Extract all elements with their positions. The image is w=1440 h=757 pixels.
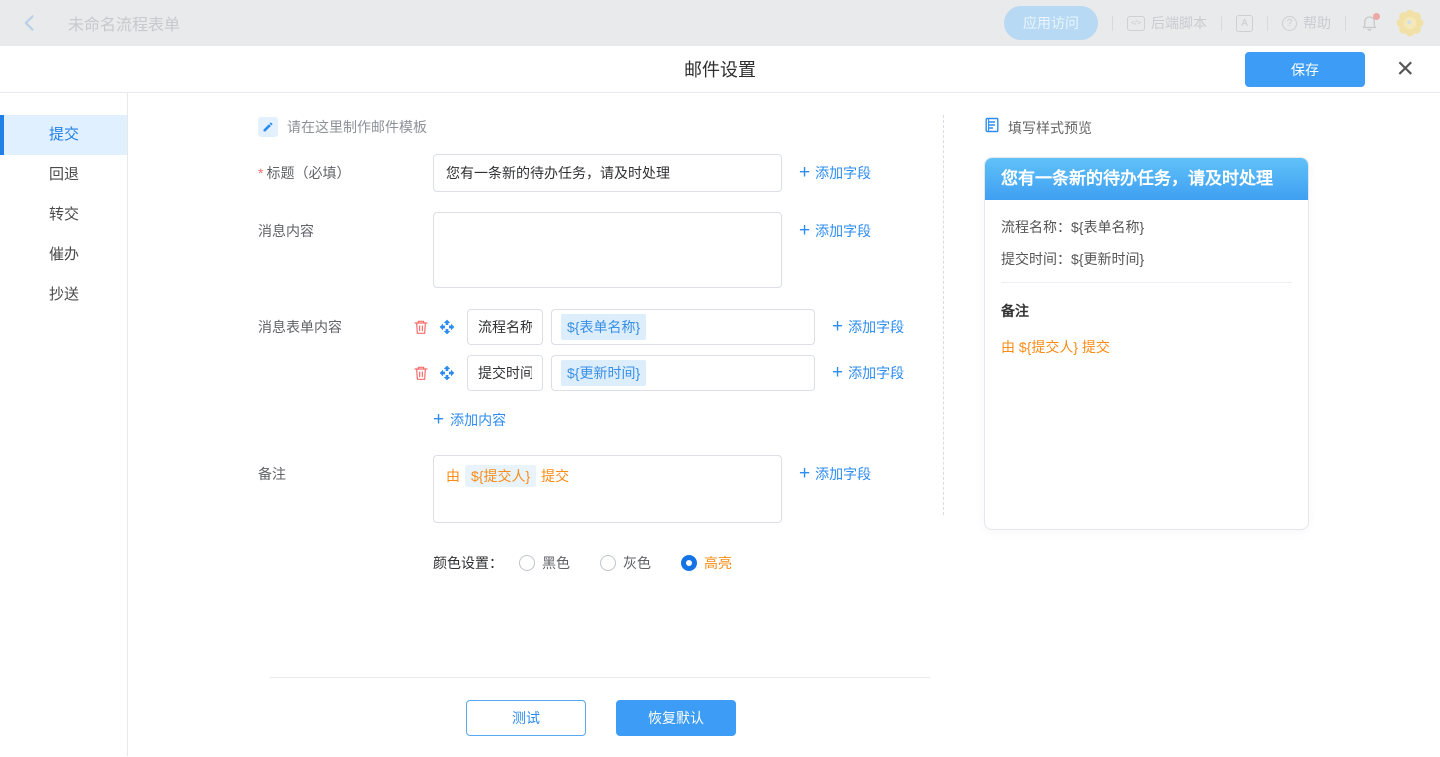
field-key-input[interactable] [467,355,543,391]
edit-pencil-icon[interactable] [258,117,278,137]
mail-preview-card: 您有一条新的待办任务，请及时处理 流程名称：${表单名称} 提交时间：${更新时… [984,157,1309,530]
add-content-link[interactable]: +添加内容 [433,409,943,431]
notification-dot [1373,13,1380,20]
divider [270,677,930,678]
page-title: 未命名流程表单 [68,11,180,35]
remark-textarea[interactable]: 由${提交人}提交 [433,455,782,523]
remark-field-label: 备注 [258,455,433,493]
event-sidebar: 提交 回退 转交 催办 抄送 [0,93,128,756]
preview-panel-title: 填写样式预览 [1008,118,1092,138]
modal-title: 邮件设置 [684,56,756,82]
divider [1267,16,1268,31]
preview-card-header: 您有一条新的待办任务，请及时处理 [985,158,1308,200]
radio-checked-icon[interactable] [681,555,697,571]
plus-icon: + [433,409,444,431]
help-button[interactable]: ? 帮助 [1282,13,1331,33]
add-field-link-row2[interactable]: +添加字段 [832,354,904,392]
add-field-link-row1[interactable]: +添加字段 [832,308,904,346]
sidebar-item-cc[interactable]: 抄送 [0,275,127,315]
avatar[interactable] [1396,9,1424,37]
field-value-box[interactable]: ${更新时间} [551,355,815,391]
plus-icon: + [799,212,810,250]
modal-header: 邮件设置 保存 × [0,46,1440,93]
preview-panel: 填写样式预览 您有一条新的待办任务，请及时处理 流程名称：${表单名称} 提交时… [944,93,1440,756]
mail-settings-modal: 邮件设置 保存 × 提交 回退 转交 催办 抄送 请在这里制作邮件模板 *标题（… [0,46,1440,757]
preview-line-process-name: 流程名称：${表单名称} [1001,217,1292,237]
close-icon[interactable]: × [1396,49,1414,89]
field-key-input[interactable] [467,309,543,345]
move-handle-icon[interactable] [439,365,455,381]
sidebar-item-rollback[interactable]: 回退 [0,155,127,195]
color-option-black[interactable]: 黑色 [519,553,570,573]
restore-default-button[interactable]: 恢复默认 [616,700,736,736]
variable-chip[interactable]: ${提交人} [465,465,536,487]
color-setting-label: 颜色设置： [433,553,503,573]
preview-remark-title: 备注 [1001,301,1292,321]
title-input[interactable] [433,154,782,192]
message-field-label: 消息内容 [258,212,433,250]
divider [1112,16,1113,31]
divider [1221,16,1222,31]
add-field-link-message[interactable]: +添加字段 [799,212,871,250]
back-icon[interactable] [20,13,40,33]
color-setting-row: 颜色设置： 黑色 灰色 高亮 [433,553,943,573]
top-bar: 未命名流程表单 应用访问 </> 后端脚本 A ? 帮助 [0,0,1440,46]
test-button[interactable]: 测试 [466,700,586,736]
question-icon: ? [1282,16,1297,31]
template-hint: 请在这里制作邮件模板 [287,117,427,137]
title-field-label: *标题（必填） [258,154,433,192]
preview-line-submit-time: 提交时间：${更新时间} [1001,249,1292,269]
color-option-gray[interactable]: 灰色 [600,553,651,573]
language-button[interactable]: A [1236,15,1253,32]
plus-icon: + [832,308,843,346]
code-icon: </> [1127,16,1145,31]
message-content-textarea[interactable] [433,212,782,288]
form-content-label: 消息表单内容 [258,309,413,345]
notification-bell-icon[interactable] [1360,13,1380,33]
required-mark: * [258,165,263,181]
form-content-row: ${表单名称} +添加字段 [413,309,904,345]
divider [1345,16,1346,31]
preview-remark-text: 由 ${提交人} 提交 [1001,337,1292,357]
variable-chip[interactable]: ${表单名称} [561,314,646,340]
mail-template-form: 请在这里制作邮件模板 *标题（必填） +添加字段 消息内容 +添加字段 消息表单… [128,93,943,756]
language-icon: A [1236,15,1253,32]
radio-icon[interactable] [519,555,535,571]
sidebar-item-urge[interactable]: 催办 [0,235,127,275]
sidebar-item-forward[interactable]: 转交 [0,195,127,235]
color-option-highlight[interactable]: 高亮 [681,553,732,573]
sidebar-item-submit[interactable]: 提交 [0,115,127,155]
backend-script-button[interactable]: </> 后端脚本 [1127,13,1207,33]
trash-icon[interactable] [413,365,429,381]
field-value-box[interactable]: ${表单名称} [551,309,815,345]
document-icon [984,117,1000,138]
radio-icon[interactable] [600,555,616,571]
plus-icon: + [832,354,843,392]
app-access-button[interactable]: 应用访问 [1004,6,1098,40]
add-field-link-title[interactable]: +添加字段 [799,154,871,192]
add-field-link-remark[interactable]: +添加字段 [799,455,871,493]
divider [1001,282,1292,283]
plus-icon: + [799,154,810,192]
trash-icon[interactable] [413,319,429,335]
move-handle-icon[interactable] [439,319,455,335]
form-content-row: ${更新时间} +添加字段 [413,355,904,391]
plus-icon: + [799,455,810,493]
variable-chip[interactable]: ${更新时间} [561,360,646,386]
save-button[interactable]: 保存 [1245,52,1365,87]
